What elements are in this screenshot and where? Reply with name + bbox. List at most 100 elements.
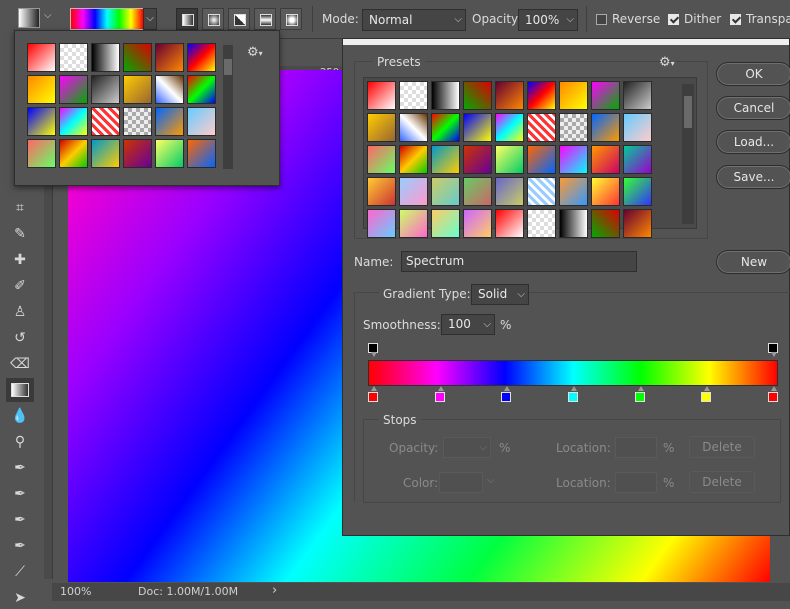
tool-preset-picker[interactable]	[18, 8, 40, 28]
gradient-preset-swatch[interactable]	[91, 107, 120, 136]
gradient-preset-swatch[interactable]	[367, 113, 396, 142]
opacity-stop[interactable]	[768, 343, 778, 357]
gradient-preset-swatch[interactable]	[27, 107, 56, 136]
gradient-preset-swatch[interactable]	[123, 43, 152, 72]
gradient-preset-swatch[interactable]	[495, 81, 524, 110]
gradient-preset-swatch[interactable]	[431, 209, 460, 238]
gradient-preview[interactable]	[70, 8, 144, 30]
gradient-preset-swatch[interactable]	[431, 177, 460, 206]
gradient-preset-swatch[interactable]	[495, 209, 524, 238]
mode-select[interactable]: Normal ⌵	[362, 9, 466, 31]
gradient-preset-swatch[interactable]	[591, 209, 620, 238]
gear-icon[interactable]: ⚙▾	[247, 45, 263, 60]
gradient-preset-swatch[interactable]	[431, 81, 460, 110]
gradient-preset-swatch[interactable]	[527, 177, 556, 206]
color-stop[interactable]	[568, 386, 578, 402]
gradient-preset-swatch[interactable]	[155, 107, 184, 136]
gradient-preset-swatch[interactable]	[495, 145, 524, 174]
gradient-preset-swatch[interactable]	[495, 177, 524, 206]
gradient-preset-swatch[interactable]	[187, 107, 216, 136]
opacity-stop[interactable]	[368, 343, 378, 357]
gradient-preset-swatch[interactable]	[187, 43, 216, 72]
reflected-gradient-button[interactable]	[254, 8, 276, 30]
cancel-button[interactable]: Cancel	[716, 96, 790, 120]
gradient-preset-swatch[interactable]	[399, 177, 428, 206]
load-button[interactable]: Load...	[716, 130, 790, 154]
gradient-preset-swatch[interactable]	[155, 75, 184, 104]
line-icon[interactable]: ⟋	[10, 562, 30, 582]
gradient-preset-swatch[interactable]	[591, 145, 620, 174]
gradient-preset-swatch[interactable]	[59, 75, 88, 104]
gradient-preset-swatch[interactable]	[559, 113, 588, 142]
brush-icon[interactable]: ✐	[10, 276, 30, 296]
gradient-preset-swatch[interactable]	[59, 139, 88, 168]
gradient-preset-swatch[interactable]	[399, 209, 428, 238]
gradient-picker-dropdown[interactable]: ⌵	[143, 8, 157, 30]
status-arrow-icon[interactable]: ›	[272, 583, 277, 598]
gradient-tool-icon[interactable]	[6, 378, 34, 402]
gradient-preset-swatch[interactable]	[623, 177, 652, 206]
gradient-preset-swatch[interactable]	[559, 209, 588, 238]
chevron-down-icon[interactable]: ⌵	[44, 10, 52, 21]
presets-scrollbar[interactable]	[682, 84, 694, 224]
gradient-preset-swatch[interactable]	[59, 43, 88, 72]
gradient-preset-swatch[interactable]	[527, 145, 556, 174]
gradient-preset-swatch[interactable]	[463, 177, 492, 206]
new-button[interactable]: New	[716, 250, 790, 274]
gradient-preset-swatch[interactable]	[27, 139, 56, 168]
gradient-preset-swatch[interactable]	[367, 81, 396, 110]
radial-gradient-button[interactable]	[202, 8, 224, 30]
color-stop[interactable]	[768, 386, 778, 402]
color-stop[interactable]	[701, 386, 712, 402]
smoothness-field[interactable]: 100 ⌵	[441, 314, 495, 335]
eraser-icon[interactable]: ⌫	[10, 354, 30, 374]
color-stop[interactable]	[434, 386, 445, 402]
gradient-preset-swatch[interactable]	[399, 145, 428, 174]
gradient-preset-swatch[interactable]	[123, 139, 152, 168]
gradient-preset-swatch[interactable]	[623, 209, 652, 238]
dither-checkbox[interactable]	[668, 14, 679, 25]
gradient-type-select[interactable]: Solid ⌵	[471, 284, 529, 305]
opacity-field[interactable]: 100% ⌵	[518, 9, 578, 31]
gradient-bar[interactable]	[368, 360, 778, 386]
gradient-preset-swatch[interactable]	[155, 43, 184, 72]
gradient-preset-swatch[interactable]	[591, 177, 620, 206]
freeform-pen-icon[interactable]: ✒	[10, 484, 30, 504]
gradient-preset-swatch[interactable]	[559, 145, 588, 174]
transparency-checkbox[interactable]	[730, 14, 741, 25]
gradient-preset-swatch[interactable]	[399, 81, 428, 110]
gradient-preset-swatch[interactable]	[591, 113, 620, 142]
gradient-preset-swatch[interactable]	[155, 139, 184, 168]
zoom-level[interactable]: 100%	[60, 585, 91, 598]
gradient-preset-swatch[interactable]	[123, 107, 152, 136]
save-button[interactable]: Save...	[716, 165, 790, 189]
gradient-preset-swatch[interactable]	[431, 145, 460, 174]
name-field[interactable]: Spectrum	[401, 251, 637, 272]
gradient-preset-swatch[interactable]	[399, 113, 428, 142]
gradient-preset-swatch[interactable]	[495, 113, 524, 142]
gradient-preset-swatch[interactable]	[91, 139, 120, 168]
add-anchor-icon[interactable]: ✒	[10, 510, 30, 530]
ok-button[interactable]: OK	[716, 62, 790, 86]
pen-icon[interactable]: ✒	[10, 458, 30, 478]
gradient-preset-swatch[interactable]	[527, 81, 556, 110]
healing-brush-icon[interactable]: ✚	[10, 250, 30, 270]
gradient-preset-swatch[interactable]	[187, 75, 216, 104]
gradient-preset-swatch[interactable]	[91, 75, 120, 104]
gradient-preset-swatch[interactable]	[367, 177, 396, 206]
gradient-preset-swatch[interactable]	[431, 113, 460, 142]
gradient-preset-swatch[interactable]	[91, 43, 120, 72]
gradient-preset-swatch[interactable]	[623, 145, 652, 174]
color-stop[interactable]	[368, 386, 378, 402]
gradient-preset-swatch[interactable]	[463, 209, 492, 238]
gradient-preset-swatch[interactable]	[623, 81, 652, 110]
popup-scrollbar[interactable]	[223, 45, 233, 169]
gradient-preset-swatch[interactable]	[27, 75, 56, 104]
blur-icon[interactable]: 💧	[10, 406, 30, 426]
gradient-preset-swatch[interactable]	[27, 43, 56, 72]
reverse-checkbox[interactable]	[596, 14, 607, 25]
gradient-preset-swatch[interactable]	[591, 81, 620, 110]
path-selection-icon[interactable]: ➤	[10, 588, 30, 608]
popup-scrollbar-thumb[interactable]	[224, 59, 232, 75]
gradient-preset-swatch[interactable]	[559, 177, 588, 206]
